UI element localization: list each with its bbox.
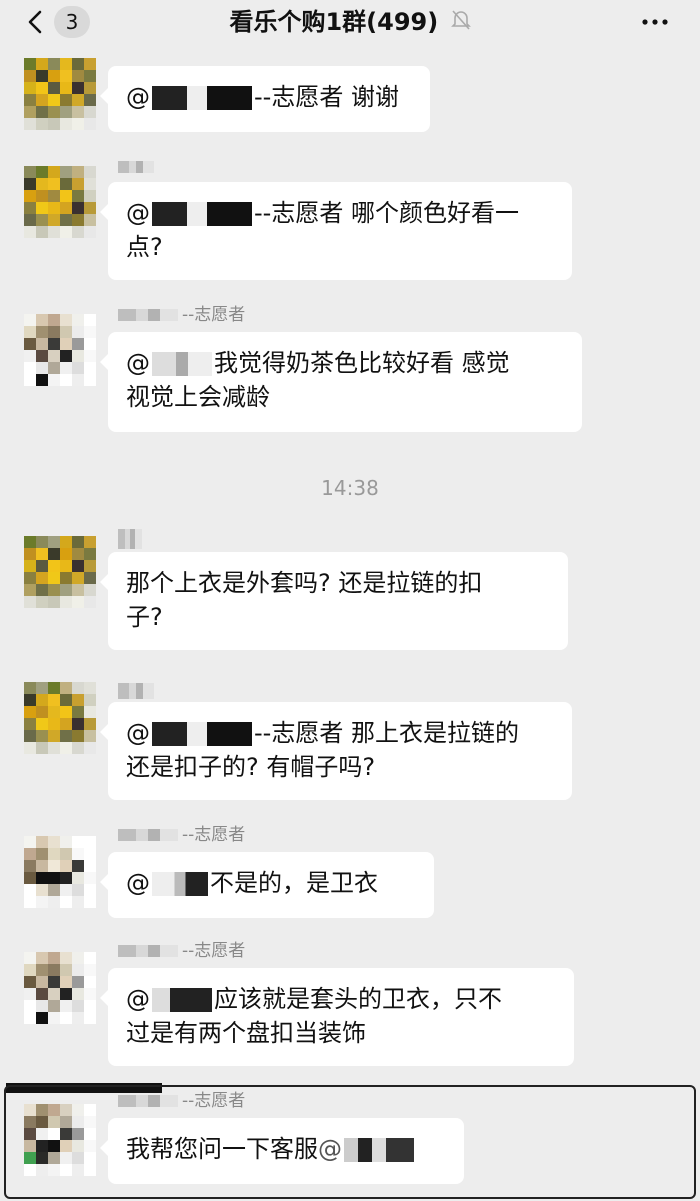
message-bubble[interactable]: 我帮您问一下客服@ <box>100 1118 464 1184</box>
sender-name <box>118 528 146 550</box>
message-text: 不是的，是卫衣 <box>210 869 378 897</box>
redacted-name <box>152 872 208 896</box>
avatar[interactable] <box>24 166 96 238</box>
message-text-line2: 点? <box>126 233 163 261</box>
redacted-name <box>152 722 252 746</box>
mention-at: @ <box>126 719 150 747</box>
avatar[interactable] <box>24 314 96 386</box>
message-text: 我觉得奶茶色比较好看 感觉 <box>214 349 510 377</box>
message-text-line2: 还是扣子的? 有帽子吗? <box>126 753 376 781</box>
redacted-name <box>152 988 212 1012</box>
message-text-line2: 过是有两个盘扣当装饰 <box>126 1019 366 1047</box>
message-text: --志愿者 谢谢 <box>254 83 399 111</box>
more-horizontal-icon[interactable] <box>640 10 670 34</box>
bell-muted-icon <box>450 7 471 39</box>
message-text-line2: 子? <box>126 603 163 631</box>
mention-at: @ <box>126 83 150 111</box>
redacted-name <box>344 1138 414 1162</box>
message-text: --志愿者 那上衣是拉链的 <box>254 719 519 747</box>
sender-name: --志愿者 <box>118 940 245 962</box>
sender-name <box>118 156 158 178</box>
chat-title: 看乐个购1群(499) <box>229 8 439 36</box>
message-bubble[interactable]: 那个上衣是外套吗? 还是拉链的扣 子? <box>100 552 568 650</box>
redacted-name <box>152 86 252 110</box>
message-text: 那个上衣是外套吗? 还是拉链的扣 <box>126 569 483 597</box>
message-text-line2: 视觉上会减龄 <box>126 383 270 411</box>
mention-at: @ <box>126 985 150 1013</box>
message-bubble[interactable]: @ 应该就是套头的卫衣，只不 过是有两个盘扣当装饰 <box>100 968 574 1066</box>
chat-title-wrap: 看乐个购1群(499) <box>0 6 700 38</box>
mention-at: @ <box>126 349 150 377</box>
message-bubble[interactable]: @ 我觉得奶茶色比较好看 感觉 视觉上会减龄 <box>100 332 582 432</box>
time-divider: 14:38 <box>321 476 379 500</box>
sender-name <box>118 680 158 702</box>
message-bubble[interactable]: @ 不是的，是卫衣 <box>100 852 434 918</box>
mention-at: @ <box>126 199 150 227</box>
avatar[interactable] <box>24 682 96 754</box>
message-text: --志愿者 哪个颜色好看一 <box>254 199 519 227</box>
mention-at: @ <box>318 1135 342 1163</box>
redacted-name <box>152 202 252 226</box>
redacted-name <box>152 352 212 376</box>
message-text: 我帮您问一下客服 <box>126 1135 318 1163</box>
message-bubble[interactable]: @ --志愿者 那上衣是拉链的 还是扣子的? 有帽子吗? <box>100 702 572 800</box>
avatar[interactable] <box>24 1104 96 1176</box>
avatar[interactable] <box>24 58 96 130</box>
message-text: 应该就是套头的卫衣，只不 <box>214 985 502 1013</box>
sender-name: --志愿者 <box>118 824 245 846</box>
message-bubble[interactable]: @ --志愿者 哪个颜色好看一 点? <box>100 182 572 280</box>
sender-name: --志愿者 <box>118 304 245 326</box>
message-bubble[interactable]: @ --志愿者 谢谢 <box>100 66 430 132</box>
mention-at: @ <box>126 869 150 897</box>
sender-name: --志愿者 <box>118 1090 245 1112</box>
avatar[interactable] <box>24 952 96 1024</box>
avatar[interactable] <box>24 836 96 908</box>
avatar[interactable] <box>24 536 96 608</box>
chat-header: 3 看乐个购1群(499) <box>0 0 700 46</box>
